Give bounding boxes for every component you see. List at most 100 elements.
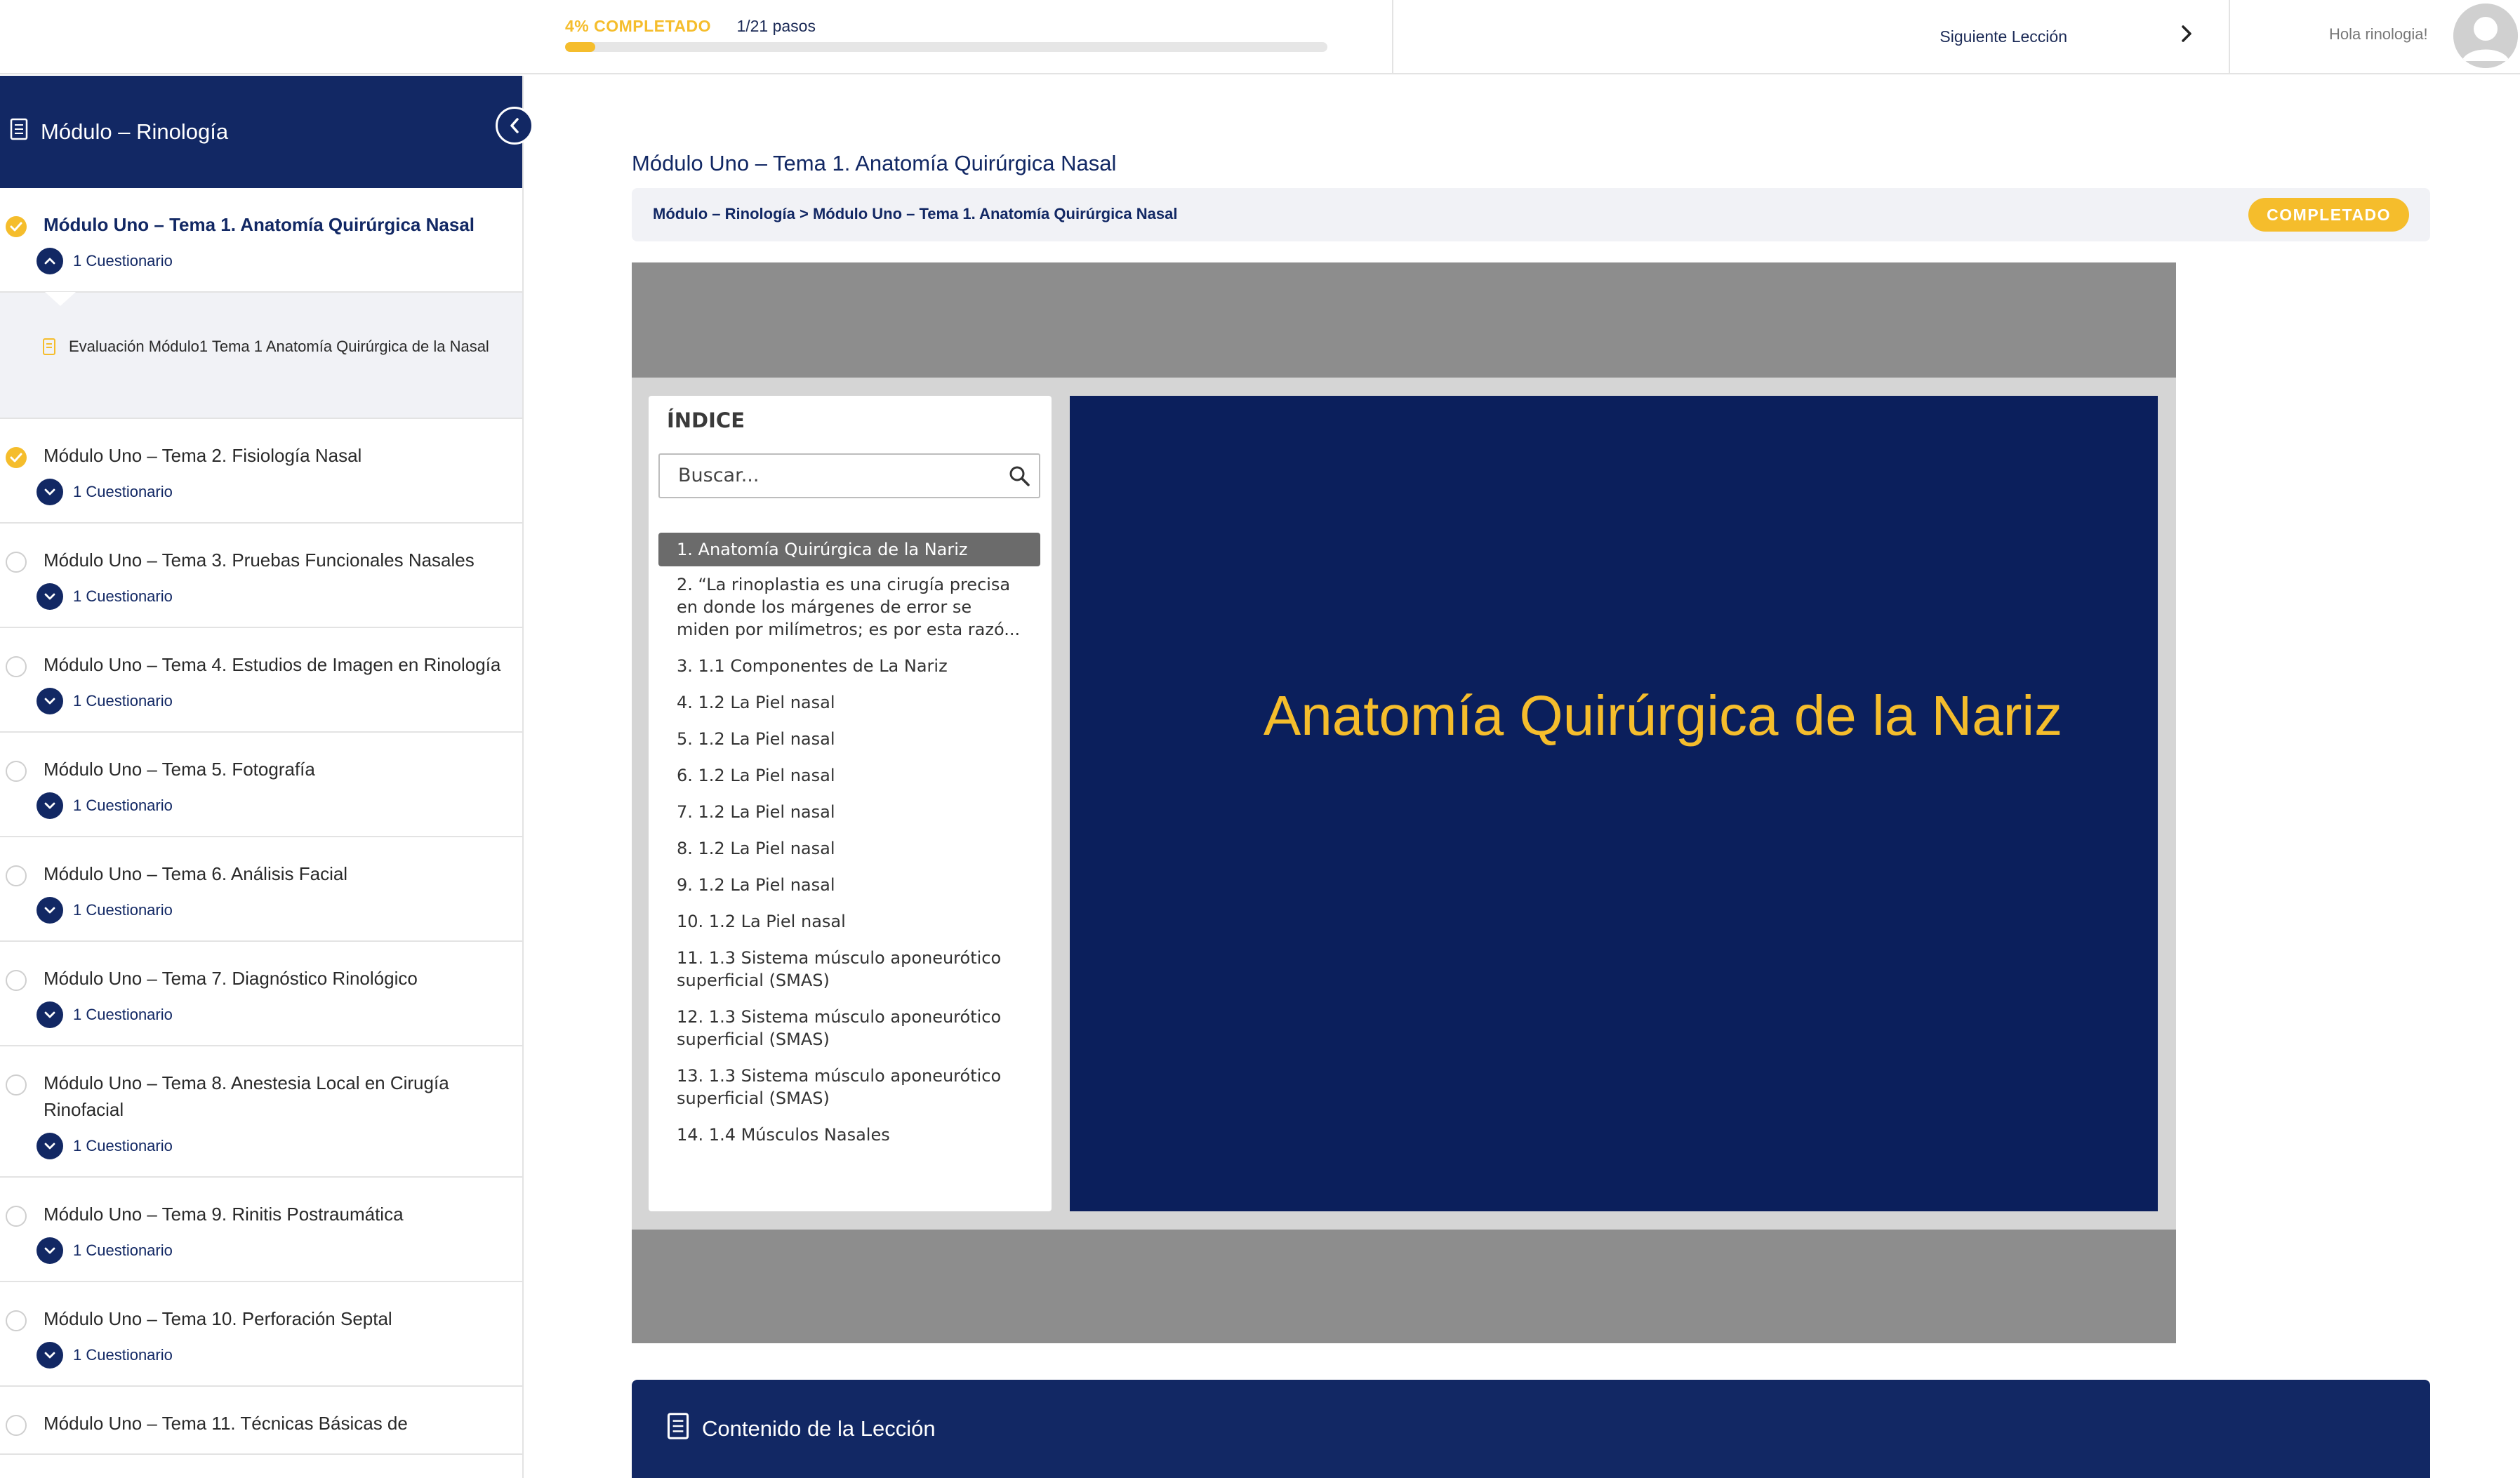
table-of-contents: ÍNDICE 1. Anatomía Quirúrgica de la Nari…: [649, 396, 1052, 1211]
quiz-count-row[interactable]: 1 Cuestionario: [37, 1133, 508, 1159]
quiz-icon: [42, 338, 56, 359]
toc-item[interactable]: 2. “La rinoplastia es una cirugía precis…: [658, 566, 1040, 648]
slide-title: Anatomía Quirúrgica de la Nariz: [1263, 684, 2063, 747]
lesson-title[interactable]: Módulo Uno – Tema 4. Estudios de Imagen …: [44, 651, 508, 678]
toc-item[interactable]: 1. Anatomía Quirúrgica de la Nariz: [658, 533, 1040, 566]
chevron-down-icon[interactable]: [37, 897, 63, 924]
sidebar-lesson-item[interactable]: Módulo Uno – Tema 2. Fisiología Nasal 1 C…: [0, 419, 522, 524]
lesson-title[interactable]: Módulo Uno – Tema 8. Anestesia Local en …: [44, 1070, 508, 1123]
top-bar: 4% COMPLETADO 1/21 pasos Siguiente Lecci…: [0, 0, 2520, 74]
sidebar-lesson-item[interactable]: Módulo Uno – Tema 1. Anatomía Quirúrgica…: [0, 188, 522, 293]
lesson-title[interactable]: Módulo Uno – Tema 9. Rinitis Postraumáti…: [44, 1201, 508, 1227]
sidebar-lesson-item[interactable]: Módulo Uno – Tema 6. Análisis Facial 1 Cu…: [0, 837, 522, 942]
chevron-up-icon[interactable]: [37, 248, 63, 274]
lesson-title[interactable]: Módulo Uno – Tema 6. Análisis Facial: [44, 860, 508, 887]
quiz-count-row[interactable]: 1 Cuestionario: [37, 897, 508, 924]
quiz-count-row[interactable]: 1 Cuestionario: [37, 248, 508, 274]
lesson-title[interactable]: Módulo Uno – Tema 10. Perforación Septal: [44, 1305, 508, 1332]
chevron-down-icon[interactable]: [37, 1133, 63, 1159]
search-input[interactable]: [660, 455, 990, 495]
breadcrumb-bar: Módulo – Rinología > Módulo Uno – Tema 1…: [632, 188, 2430, 241]
collapse-sidebar-button[interactable]: [496, 107, 533, 145]
top-divider: [2229, 0, 2230, 73]
chevron-down-icon[interactable]: [37, 792, 63, 819]
sidebar-lesson-item[interactable]: Módulo Uno – Tema 7. Diagnóstico Rinológ…: [0, 942, 522, 1046]
quiz-count-row[interactable]: 1 Cuestionario: [37, 1001, 508, 1028]
next-lesson-button[interactable]: Siguiente Lección: [1393, 0, 2229, 73]
toc-item[interactable]: 6. 1.2 La Piel nasal: [658, 757, 1040, 794]
check-circle-icon: [6, 216, 27, 237]
toc-item[interactable]: 8. 1.2 La Piel nasal: [658, 830, 1040, 867]
user-avatar-icon: [2453, 4, 2518, 68]
breadcrumb[interactable]: Módulo – Rinología > Módulo Uno – Tema 1…: [653, 205, 1177, 223]
sidebar-header: Módulo – Rinología: [0, 76, 522, 188]
chevron-down-icon[interactable]: [37, 479, 63, 505]
toc-item[interactable]: 7. 1.2 La Piel nasal: [658, 794, 1040, 830]
toc-title: ÍNDICE: [667, 408, 745, 432]
chevron-down-icon[interactable]: [37, 583, 63, 610]
empty-circle-icon: [6, 865, 27, 886]
empty-circle-icon: [6, 1415, 27, 1436]
toc-item[interactable]: 11. 1.3 Sistema músculo aponeurótico sup…: [658, 940, 1040, 999]
avatar[interactable]: [2453, 4, 2518, 68]
quiz-count-row[interactable]: 1 Cuestionario: [37, 479, 508, 505]
chevron-down-icon[interactable]: [37, 688, 63, 714]
sidebar-lesson-item[interactable]: Módulo Uno – Tema 5. Fotografía 1 Cuestio…: [0, 733, 522, 837]
toc-item[interactable]: 3. 1.1 Componentes de La Nariz: [658, 648, 1040, 684]
quiz-count-row[interactable]: 1 Cuestionario: [37, 688, 508, 714]
sidebar-lesson-item[interactable]: Módulo Uno – Tema 9. Rinitis Postraumáti…: [0, 1178, 522, 1282]
lesson-title[interactable]: Módulo Uno – Tema 1. Anatomía Quirúrgica…: [44, 211, 508, 238]
lesson-content-header[interactable]: Contenido de la Lección: [632, 1380, 2430, 1478]
lesson-title[interactable]: Módulo Uno – Tema 5. Fotografía: [44, 756, 508, 783]
check-circle-icon: [6, 447, 27, 468]
quiz-count-label: 1 Cuestionario: [73, 587, 173, 605]
quiz-item-label: Evaluación Módulo1 Tema 1 Anatomía Quirú…: [69, 338, 489, 355]
quiz-count-row[interactable]: 1 Cuestionario: [37, 1342, 508, 1369]
player-stage: ÍNDICE 1. Anatomía Quirúrgica de la Nari…: [632, 378, 2176, 1230]
lesson-title[interactable]: Módulo Uno – Tema 7. Diagnóstico Rinológ…: [44, 965, 508, 992]
sidebar-lesson-item[interactable]: Módulo Uno – Tema 11. Técnicas Básicas d…: [0, 1387, 522, 1455]
quiz-count-row[interactable]: 1 Cuestionario: [37, 583, 508, 610]
book-icon: [667, 1412, 689, 1446]
quiz-count-row[interactable]: 1 Cuestionario: [37, 1237, 508, 1264]
chevron-down-icon[interactable]: [37, 1342, 63, 1369]
toc-item[interactable]: 14. 1.4 Músculos Nasales: [658, 1117, 1040, 1153]
chevron-down-icon[interactable]: [37, 1237, 63, 1264]
chevron-right-icon: [2180, 23, 2194, 50]
book-icon: [10, 118, 28, 146]
toc-item[interactable]: 9. 1.2 La Piel nasal: [658, 867, 1040, 903]
sidebar-lesson-item[interactable]: Módulo Uno – Tema 8. Anestesia Local en …: [0, 1046, 522, 1178]
quiz-count-label: 1 Cuestionario: [73, 252, 173, 269]
empty-circle-icon: [6, 1206, 27, 1227]
progress-steps: 1/21 pasos: [736, 17, 816, 35]
sidebar-lesson-item[interactable]: Módulo Uno – Tema 3. Pruebas Funcionales…: [0, 524, 522, 628]
search-icon[interactable]: [1008, 465, 1030, 491]
expanded-quiz-panel: Evaluación Módulo1 Tema 1 Anatomía Quirú…: [0, 292, 522, 419]
toc-item[interactable]: 13. 1.3 Sistema músculo aponeurótico sup…: [658, 1058, 1040, 1117]
course-progress: 4% COMPLETADO 1/21 pasos: [565, 17, 1327, 52]
lesson-title[interactable]: Módulo Uno – Tema 3. Pruebas Funcionales…: [44, 547, 508, 573]
toc-item[interactable]: 4. 1.2 La Piel nasal: [658, 684, 1040, 721]
toc-item[interactable]: 5. 1.2 La Piel nasal: [658, 721, 1040, 757]
quiz-count-label: 1 Cuestionario: [73, 797, 173, 814]
quiz-count-label: 1 Cuestionario: [73, 692, 173, 710]
sidebar-lesson-item[interactable]: Módulo Uno – Tema 4. Estudios de Imagen …: [0, 628, 522, 733]
slide-view: Anatomía Quirúrgica de la Nariz: [1070, 396, 2158, 1211]
empty-circle-icon: [6, 1310, 27, 1331]
lesson-list: Módulo Uno – Tema 1. Anatomía Quirúrgica…: [0, 188, 522, 1455]
quiz-count-label: 1 Cuestionario: [73, 1006, 173, 1023]
quiz-count-label: 1 Cuestionario: [73, 1346, 173, 1364]
quiz-count-row[interactable]: 1 Cuestionario: [37, 792, 508, 819]
next-lesson-label: Siguiente Lección: [1939, 27, 2067, 46]
sidebar-lesson-item[interactable]: Módulo Uno – Tema 10. Perforación Septal…: [0, 1282, 522, 1387]
progress-percent: 4% COMPLETADO: [565, 17, 711, 35]
chevron-down-icon[interactable]: [37, 1001, 63, 1028]
toc-item[interactable]: 10. 1.2 La Piel nasal: [658, 903, 1040, 940]
lesson-title[interactable]: Módulo Uno – Tema 2. Fisiología Nasal: [44, 442, 508, 469]
lesson-title[interactable]: Módulo Uno – Tema 11. Técnicas Básicas d…: [44, 1410, 508, 1437]
page-title: Módulo Uno – Tema 1. Anatomía Quirúrgica…: [632, 151, 1117, 175]
empty-circle-icon: [6, 552, 27, 573]
quiz-count-label: 1 Cuestionario: [73, 1241, 173, 1259]
quiz-item[interactable]: Evaluación Módulo1 Tema 1 Anatomía Quirú…: [42, 335, 491, 359]
toc-item[interactable]: 12. 1.3 Sistema músculo aponeurótico sup…: [658, 999, 1040, 1058]
